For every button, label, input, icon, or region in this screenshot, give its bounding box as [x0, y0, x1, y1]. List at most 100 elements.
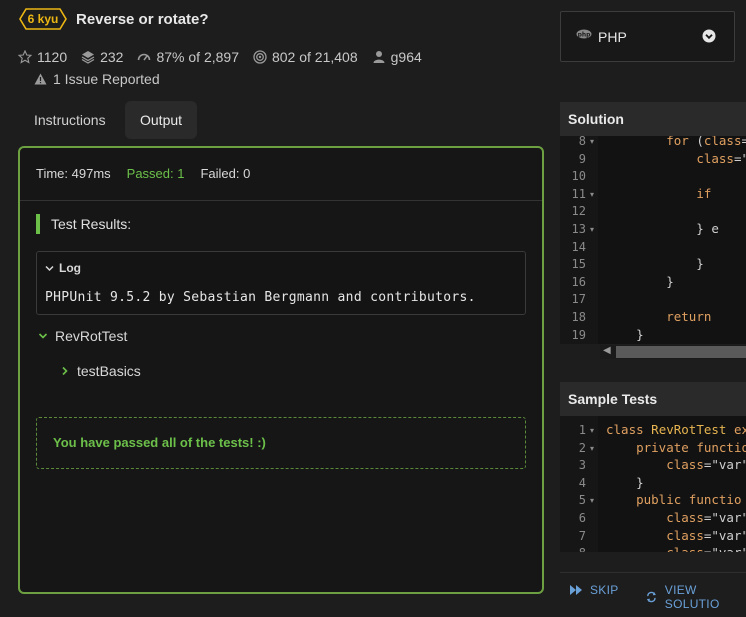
line-number: 8	[560, 546, 586, 552]
test-suite-item[interactable]: RevRotTest	[38, 328, 127, 344]
summary-divider	[20, 200, 542, 201]
solution-editor[interactable]: 8 ▾ for (class="var">$i 9 class="var">$ch 1…	[560, 136, 746, 344]
code-line[interactable]: class="var">$s = "7330	[606, 528, 746, 543]
fast-forward-icon	[570, 585, 582, 595]
scroll-left-icon[interactable]: ◀	[603, 345, 611, 356]
php-icon: php	[576, 29, 592, 39]
log-toggle[interactable]: Log	[45, 261, 81, 275]
scrollbar-thumb[interactable]	[616, 346, 746, 358]
code-line[interactable]: public functio	[606, 492, 741, 507]
stars-stat[interactable]: 1120	[18, 49, 67, 65]
failed-count: Failed: 0	[200, 166, 251, 181]
rank-label: 6 kyu	[27, 12, 59, 26]
solution-title: Solution	[568, 111, 624, 127]
log-box: Log PHPUnit 9.5.2 by Sebastian Bergmann …	[36, 251, 526, 315]
action-bar: SKIP VIEW SOLUTIO	[560, 572, 746, 611]
skip-button[interactable]: SKIP	[570, 583, 619, 597]
code-line[interactable]: }	[606, 274, 674, 289]
output-panel: Time: 497ms Passed: 1 Failed: 0 Test Res…	[18, 146, 544, 594]
skip-label: SKIP	[590, 583, 619, 597]
code-line[interactable]: class="var">$ch	[606, 151, 746, 166]
language-label: PHP	[598, 29, 627, 45]
code-line[interactable]: }	[606, 475, 644, 490]
passed-count: Passed: 1	[126, 166, 185, 181]
layers-icon	[81, 51, 95, 64]
code-line[interactable]: class RevRotTest ex	[606, 422, 746, 437]
completed-value: 802 of 21,408	[271, 49, 358, 65]
solution-horizontal-scrollbar[interactable]: ◀	[600, 345, 746, 359]
line-number: 2	[578, 440, 586, 455]
time-text: Time: 497ms	[36, 166, 111, 181]
stars-count: 1120	[37, 49, 68, 65]
line-number: 3	[578, 458, 586, 473]
code-line[interactable]: }	[606, 256, 704, 271]
completed-stat: 802 of 21,408	[253, 49, 358, 65]
code-line[interactable]: return	[606, 309, 711, 324]
kata-stats: 1120 232 87% of 2,897 802 of 21,408 g964	[18, 49, 436, 65]
refresh-icon	[646, 591, 656, 603]
line-number: 15	[571, 257, 586, 272]
sample-tests-editor[interactable]: 1 ▾ class RevRotTest ex 2 ▾ private functio 3…	[560, 416, 746, 552]
view-solutions-button[interactable]: VIEW SOLUTIO	[646, 583, 746, 611]
fold-caret-icon[interactable]: ▾	[590, 225, 594, 234]
issues-text: 1 Issue Reported	[53, 71, 160, 87]
tab-output[interactable]: Output	[125, 101, 198, 139]
chevron-down-icon	[45, 265, 54, 271]
test-suite-name: RevRotTest	[55, 328, 128, 344]
test-results-heading: Test Results:	[36, 214, 131, 234]
line-number: 14	[571, 239, 586, 254]
line-number: 13	[571, 222, 586, 236]
line-number: 18	[571, 310, 586, 324]
satisfaction-stat: 87% of 2,897	[137, 49, 239, 65]
sample-tests-header: Sample Tests	[560, 382, 746, 416]
sample-tests-title: Sample Tests	[568, 391, 658, 407]
chevron-down-circle-icon	[702, 29, 716, 43]
line-number: 8	[578, 136, 586, 148]
warning-icon	[34, 73, 47, 85]
tab-instructions[interactable]: Instructions	[19, 101, 121, 139]
fold-caret-icon[interactable]: ▾	[590, 444, 594, 453]
code-line[interactable]: } e	[606, 221, 719, 236]
collections-stat[interactable]: 232	[81, 49, 123, 65]
line-number: 11	[571, 186, 586, 201]
fold-caret-icon[interactable]: ▾	[590, 426, 594, 435]
line-number: 6	[578, 511, 586, 525]
code-line[interactable]: class="var">$this->revi	[606, 545, 746, 552]
fold-caret-icon[interactable]: ▾	[590, 496, 594, 505]
issues-link[interactable]: 1 Issue Reported	[34, 71, 160, 87]
line-number: 1	[578, 423, 586, 437]
line-number: 5	[578, 493, 586, 508]
rank-badge: 6 kyu	[19, 8, 67, 30]
test-case-item[interactable]: testBasics	[60, 363, 141, 379]
chevron-right-icon	[62, 366, 68, 376]
user-icon	[373, 51, 385, 63]
line-number: 17	[571, 292, 586, 307]
svg-text:php: php	[578, 31, 592, 38]
star-icon	[18, 50, 32, 64]
code-line[interactable]: class="var">$this->rev	[606, 510, 746, 525]
line-number: 10	[571, 169, 586, 184]
test-case-name: testBasics	[77, 363, 141, 379]
code-line[interactable]: class="var">$this->asse	[606, 457, 746, 472]
fold-caret-icon[interactable]: ▾	[590, 137, 594, 146]
solution-header: Solution	[560, 102, 746, 136]
author-stat[interactable]: g964	[372, 49, 422, 65]
language-select[interactable]: php PHP	[560, 11, 735, 62]
line-number: 19	[571, 327, 586, 342]
target-icon	[253, 50, 267, 64]
code-line[interactable]: private functio	[606, 440, 746, 455]
kata-title: Reverse or rotate?	[76, 11, 209, 28]
fold-caret-icon[interactable]: ▾	[590, 190, 594, 199]
line-number: 12	[571, 204, 586, 219]
code-line[interactable]: for (class="var">$i	[606, 136, 746, 148]
pass-message-box: You have passed all of the tests! :)	[36, 417, 526, 469]
line-number: 4	[578, 475, 586, 490]
line-number: 16	[571, 274, 586, 289]
log-output: PHPUnit 9.5.2 by Sebastian Bergmann and …	[45, 290, 476, 305]
gauge-icon	[138, 53, 151, 61]
code-line[interactable]: }	[606, 327, 644, 342]
test-summary: Time: 497ms Passed: 1 Failed: 0	[36, 166, 266, 181]
log-label: Log	[59, 261, 81, 275]
code-line[interactable]: if	[606, 186, 711, 201]
pass-message: You have passed all of the tests! :)	[53, 435, 266, 450]
